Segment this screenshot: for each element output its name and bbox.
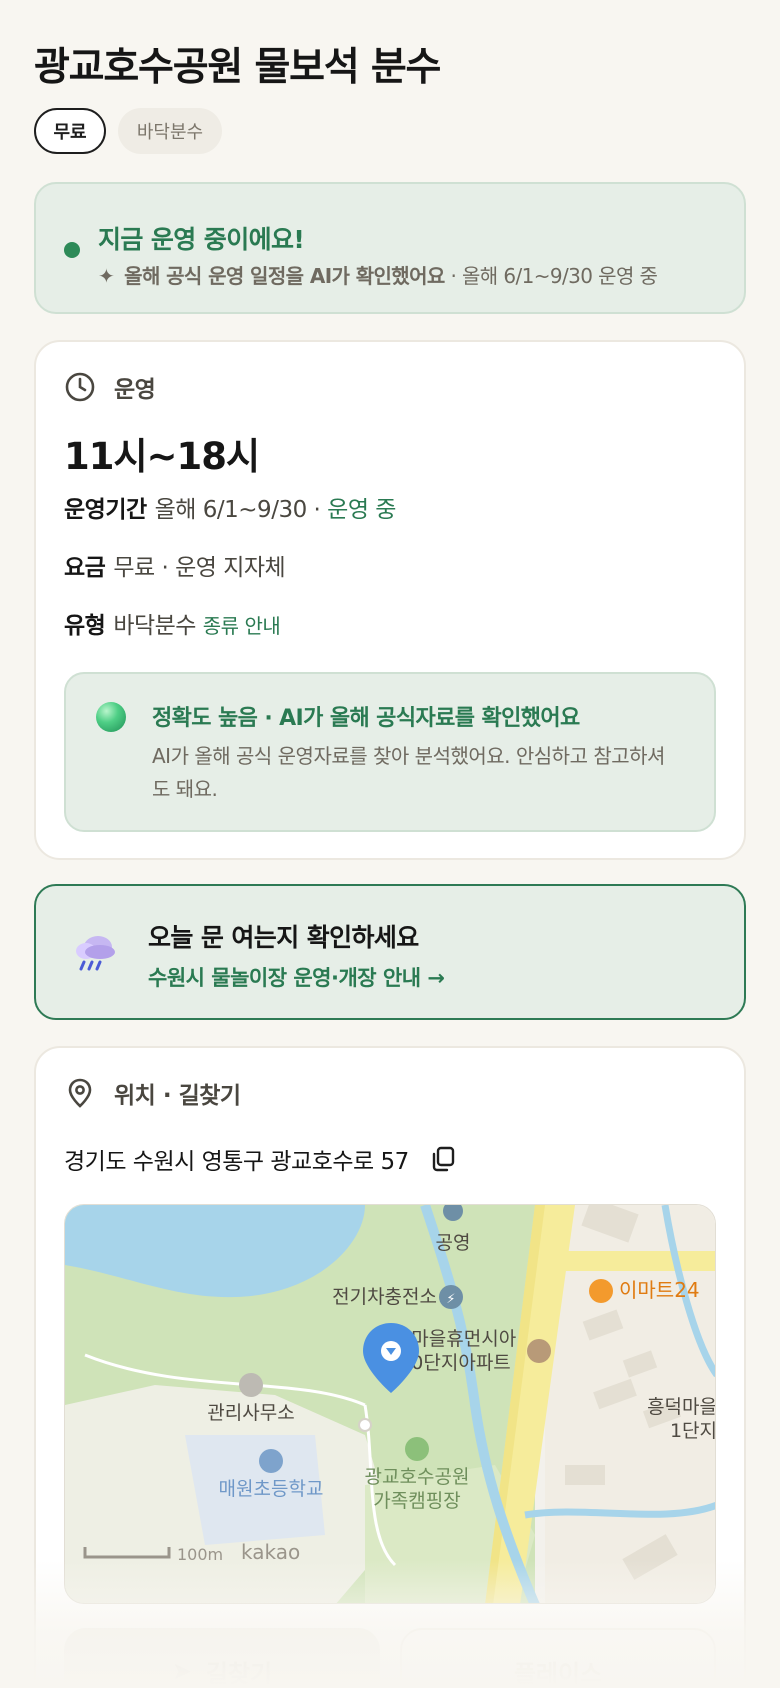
location-header: 위치 · 길찾기 xyxy=(64,1076,241,1110)
directions-label: 길찾기 xyxy=(205,1659,273,1688)
accuracy-title: 정확도 높음 · AI가 올해 공식자료를 확인했어요 xyxy=(152,706,580,731)
period-row: 운영기간 올해 6/1~9/30 · 운영 중 xyxy=(64,490,396,524)
address-text: 경기도 수원시 영통구 광교호수로 57 xyxy=(64,1149,409,1175)
type-row: 유형 바닥분수 종류 안내 xyxy=(64,606,281,640)
period-value: 올해 6/1~9/30 · xyxy=(154,497,321,523)
check-open-title: 오늘 문 여는지 확인하세요 xyxy=(148,923,419,952)
chip-type[interactable]: 바닥분수 xyxy=(118,108,222,154)
page-title: 광교호수공원 물보석 분수 xyxy=(34,45,441,90)
check-open-link[interactable]: 수원시 물놀이장 운영·개장 안내 → xyxy=(148,962,445,992)
status-sub-rest: · 올해 6/1~9/30 운영 중 xyxy=(444,264,658,288)
clock-icon xyxy=(65,372,95,402)
fee-row: 요금 무료 · 운영 지자체 xyxy=(64,548,286,582)
map-canvas[interactable]: 공영 전기차충전소 ⚡ 이마트24 한마을휴먼시아 20단지아파트 관리사무소 … xyxy=(65,1205,716,1604)
office-icon xyxy=(239,1373,263,1397)
place-button[interactable]: 플레이스 xyxy=(400,1628,716,1688)
operation-hours: 11시~18시 xyxy=(64,435,260,478)
apartment-icon xyxy=(527,1339,551,1363)
operation-card: 운영 11시~18시 운영기간 올해 6/1~9/30 · 운영 중 요금 무료 ·… xyxy=(34,340,746,860)
status-card: 지금 운영 중이에요! ✦ 올해 공식 운영 일정을 AI가 확인했어요 · 올해… xyxy=(34,182,746,314)
address-row: 경기도 수원시 영통구 광교호수로 57 xyxy=(64,1142,457,1176)
map-label-school: 매원초등학교 xyxy=(219,1478,324,1500)
status-sub-strong: 올해 공식 운영 일정을 AI가 확인했어요 xyxy=(124,264,445,288)
check-open-card[interactable]: 오늘 문 여는지 확인하세요 수원시 물놀이장 운영·개장 안내 → xyxy=(34,884,746,1020)
map-label-heungdeok2: 1단지 xyxy=(670,1420,716,1442)
type-value: 바닥분수 xyxy=(113,613,196,639)
map-label-office: 관리사무소 xyxy=(207,1402,294,1424)
convenience-store-icon xyxy=(589,1279,613,1303)
status-title: 지금 운영 중이에요! xyxy=(98,225,305,254)
map-scale-label: 100m xyxy=(177,1545,223,1564)
map-label-camp2: 가족캠핑장 xyxy=(373,1490,460,1512)
location-pin-icon xyxy=(68,1078,92,1108)
rain-cloud-icon xyxy=(76,936,115,971)
copy-icon[interactable] xyxy=(429,1145,457,1173)
fee-key: 요금 xyxy=(64,555,106,581)
accuracy-orb-icon xyxy=(96,702,126,732)
directions-button[interactable]: ➤ 길찾기 xyxy=(64,1628,380,1688)
school-icon xyxy=(259,1449,283,1473)
camping-icon xyxy=(405,1437,429,1461)
ev-glyph: ⚡ xyxy=(446,1292,455,1307)
map-label-parking: 공영 xyxy=(436,1232,471,1254)
map-label-heungdeok1: 흥덕마을 xyxy=(647,1396,716,1418)
fee-value: 무료 · 운영 지자체 xyxy=(113,555,286,581)
chip-free[interactable]: 무료 xyxy=(34,108,106,154)
accuracy-body: AI가 올해 공식 운영자료를 찾아 분석했어요. 안심하고 참고하셔도 돼요. xyxy=(152,744,665,801)
sparkle-icon: ✦ xyxy=(98,264,115,288)
location-card: 위치 · 길찾기 경기도 수원시 영통구 광교호수로 57 공영 전기차충전소 … xyxy=(34,1046,746,1688)
type-guide-link[interactable]: 종류 안내 xyxy=(203,614,281,638)
type-key: 유형 xyxy=(64,613,106,639)
status-dot-icon xyxy=(64,242,80,258)
location-label: 위치 · 길찾기 xyxy=(114,1083,241,1109)
period-status: 운영 중 xyxy=(320,497,396,523)
action-buttons: ➤ 길찾기 플레이스 xyxy=(64,1628,716,1688)
map-view[interactable]: 공영 전기차충전소 ⚡ 이마트24 한마을휴먼시아 20단지아파트 관리사무소 … xyxy=(64,1204,716,1604)
page: 광교호수공원 물보석 분수 무료 바닥분수 지금 운영 중이에요! ✦ 올해 공식… xyxy=(0,0,780,1688)
accuracy-box: 정확도 높음 · AI가 올해 공식자료를 확인했어요 AI가 올해 공식 운영… xyxy=(64,672,716,832)
map-label-ev: 전기차충전소 xyxy=(332,1286,437,1308)
place-label: 플레이스 xyxy=(513,1659,603,1688)
period-key: 운영기간 xyxy=(64,497,147,523)
operation-header: 운영 xyxy=(64,370,156,404)
status-subtitle: ✦ 올해 공식 운영 일정을 AI가 확인했어요 · 올해 6/1~9/30 운영… xyxy=(98,260,658,289)
map-label-camp1: 광교호수공원 xyxy=(365,1466,470,1488)
operation-label: 운영 xyxy=(114,377,156,403)
map-brand: kakao xyxy=(241,1540,300,1564)
map-label-emart: 이마트24 xyxy=(619,1278,700,1302)
navigate-icon: ➤ xyxy=(171,1657,192,1685)
